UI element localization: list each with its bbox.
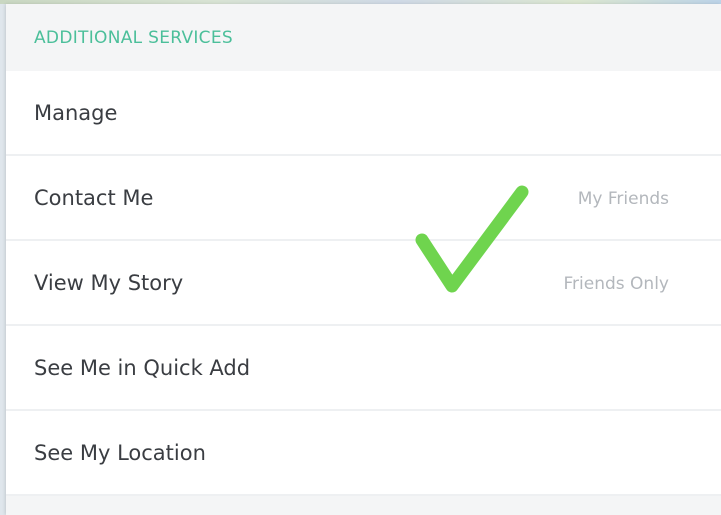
row-label: See My Location [34, 441, 206, 465]
row-label: Manage [34, 101, 118, 125]
row-value: My Friends [577, 189, 669, 209]
row-label: View My Story [34, 271, 184, 295]
settings-row-see-my-location[interactable]: See My Location [6, 411, 721, 496]
section-header: ADDITIONAL SERVICES [6, 4, 721, 71]
row-label: See Me in Quick Add [34, 356, 251, 380]
settings-row-quick-add[interactable]: See Me in Quick Add [6, 326, 721, 411]
settings-row-view-my-story[interactable]: View My Story Friends Only [6, 241, 721, 326]
settings-row-contact-me[interactable]: Contact Me My Friends [6, 156, 721, 241]
checkmark-icon [415, 185, 529, 293]
settings-row-manage[interactable]: Manage [6, 71, 721, 156]
panel-footer [6, 501, 721, 515]
section-title: ADDITIONAL SERVICES [34, 28, 233, 48]
settings-list: Manage Contact Me My Friends View My Sto… [6, 71, 721, 496]
row-label: Contact Me [34, 186, 154, 210]
row-value: Friends Only [563, 274, 669, 294]
settings-panel: ADDITIONAL SERVICES Manage Contact Me My… [6, 4, 721, 515]
